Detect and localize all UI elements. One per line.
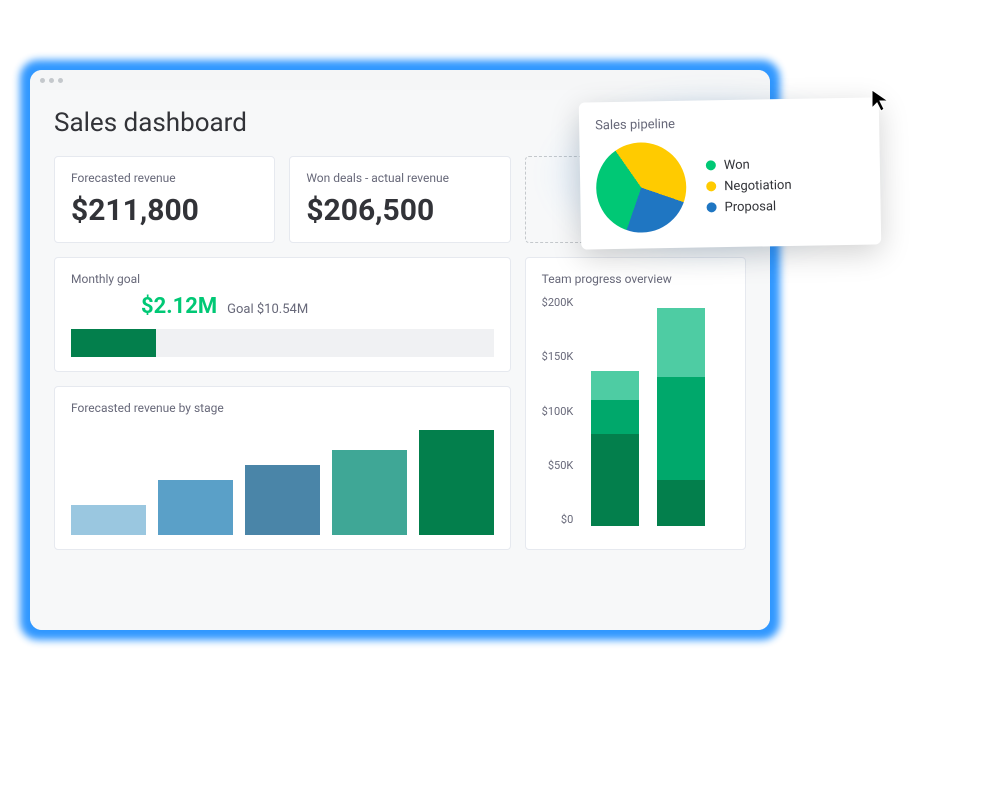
team-progress-card[interactable]: Team progress overview $200K $150K $100K… <box>525 257 746 550</box>
team-chart-y-axis: $200K $150K $100K $50K $0 <box>542 296 582 526</box>
kpi-label: Won deals - actual revenue <box>306 171 493 185</box>
legend-label: Negotiation <box>724 177 792 193</box>
kpi-card-forecast[interactable]: Forecasted revenue $211,800 <box>54 156 275 243</box>
stacked-bar <box>591 371 639 526</box>
stage-bar <box>332 450 407 535</box>
card-label: Team progress overview <box>542 272 729 286</box>
kpi-value: $211,800 <box>71 193 258 228</box>
goal-current-value: $2.12M <box>141 294 217 319</box>
bar-segment <box>657 308 705 377</box>
bar-segment <box>657 480 705 526</box>
goal-target-label: Goal $10.54M <box>227 302 308 317</box>
stage-bar <box>245 465 320 535</box>
legend-label: Proposal <box>724 199 776 215</box>
legend-item-won: Won <box>706 156 792 172</box>
axis-tick: $200K <box>542 296 574 309</box>
legend-dot-icon <box>706 160 716 170</box>
team-progress-chart: $200K $150K $100K $50K $0 <box>542 296 729 526</box>
legend-item-negotiation: Negotiation <box>706 177 792 193</box>
forecast-stage-chart <box>71 425 494 535</box>
stage-bar <box>71 505 146 535</box>
goal-values: $2.12M Goal $10.54M <box>71 294 494 319</box>
axis-tick: $150K <box>542 350 574 363</box>
axis-tick: $0 <box>561 513 573 526</box>
stacked-bar <box>657 308 705 527</box>
monthly-goal-card[interactable]: Monthly goal $2.12M Goal $10.54M <box>54 257 511 372</box>
axis-tick: $100K <box>542 405 574 418</box>
legend-dot-icon <box>706 181 716 191</box>
window-control-dot[interactable] <box>49 78 54 83</box>
bar-segment <box>591 371 639 400</box>
forecast-stage-card[interactable]: Forecasted revenue by stage <box>54 386 511 550</box>
legend-item-proposal: Proposal <box>706 198 792 214</box>
goal-progress-fill <box>71 329 156 357</box>
pipeline-card-floating[interactable]: Sales pipeline Won Negotiation Proposal <box>579 97 882 249</box>
kpi-card-won[interactable]: Won deals - actual revenue $206,500 <box>289 156 510 243</box>
goal-progress-track <box>71 329 494 357</box>
legend-label: Won <box>724 157 750 172</box>
kpi-label: Forecasted revenue <box>71 171 258 185</box>
legend-dot-icon <box>707 202 717 212</box>
stage-bar <box>158 480 233 535</box>
pipeline-card-title: Sales pipeline <box>595 114 863 134</box>
bar-segment <box>591 400 639 435</box>
window-control-dot[interactable] <box>58 78 63 83</box>
pipeline-legend: Won Negotiation Proposal <box>706 156 792 214</box>
bar-segment <box>657 377 705 481</box>
axis-tick: $50K <box>548 459 573 472</box>
card-label: Monthly goal <box>71 272 494 286</box>
window-control-dot[interactable] <box>40 78 45 83</box>
pipeline-pie-chart <box>595 142 687 234</box>
bar-segment <box>591 434 639 526</box>
card-label: Forecasted revenue by stage <box>71 401 494 415</box>
stage-bar <box>419 430 494 535</box>
team-chart-bars <box>581 296 729 526</box>
pipeline-card-body: Won Negotiation Proposal <box>595 139 865 234</box>
kpi-value: $206,500 <box>306 193 493 228</box>
